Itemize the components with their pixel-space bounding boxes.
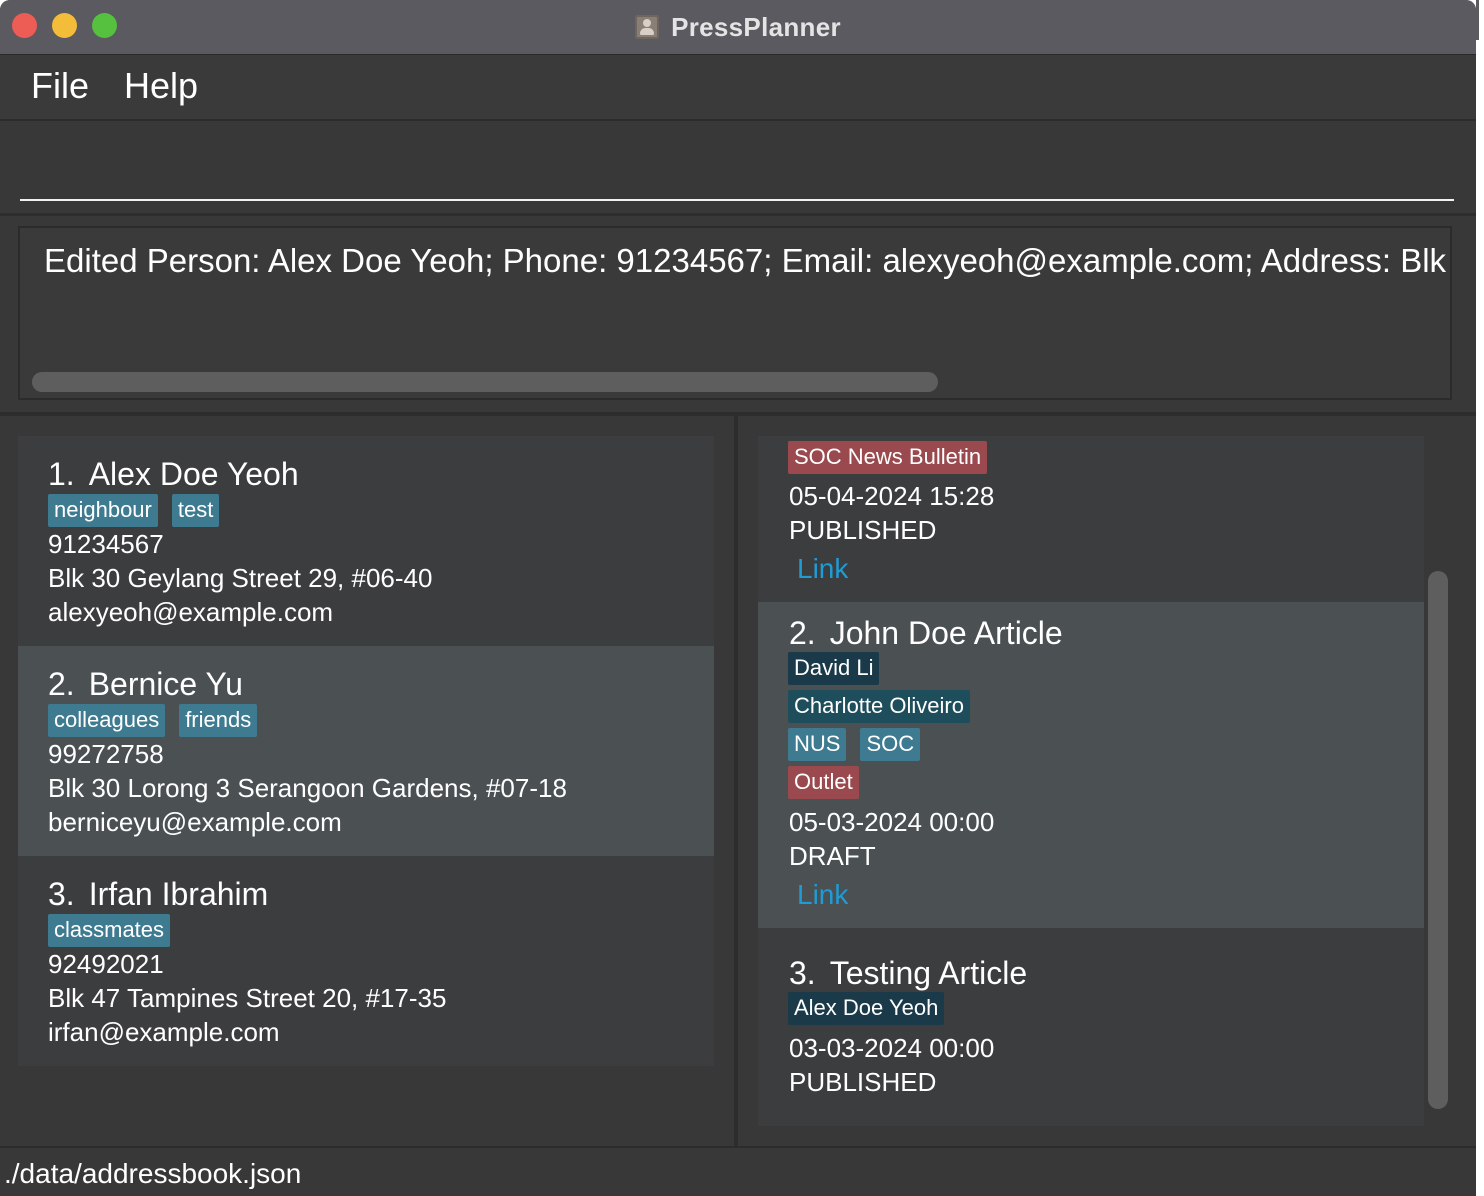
person-phone: 99272758 xyxy=(48,739,164,769)
author-tag: Alex Doe Yeoh xyxy=(788,992,945,1025)
status-bar: ./data/addressbook.json xyxy=(0,1146,1476,1196)
person-card[interactable]: 3. Irfan Ibrahim classmates 92492021 Blk … xyxy=(18,856,714,1066)
person-email: alexyeoh@example.com xyxy=(48,597,334,627)
title-group: PressPlanner xyxy=(0,0,1476,54)
person-tag: neighbour xyxy=(48,494,158,527)
person-card[interactable]: 1. Alex Doe Yeoh neighbour test 91234567 … xyxy=(18,436,714,646)
app-window: PressPlanner File Help Edited Person: Al… xyxy=(0,0,1476,1196)
person-tag: test xyxy=(171,494,220,527)
person-name: 1. Alex Doe Yeoh xyxy=(48,456,299,492)
article-link[interactable]: Link xyxy=(797,879,848,911)
article-tags: NUS SOC xyxy=(788,728,921,761)
person-email: irfan@example.com xyxy=(48,1017,280,1047)
outlet-tag: SOC News Bulletin xyxy=(788,441,988,474)
article-sources: Charlotte Oliveiro xyxy=(788,690,970,723)
person-name: 2. Bernice Yu xyxy=(48,666,243,702)
data-file-path: ./data/addressbook.json xyxy=(4,1158,302,1189)
result-horizontal-scrollbar[interactable] xyxy=(32,372,938,392)
person-address: Blk 47 Tampines Street 20, #17-35 xyxy=(48,983,447,1013)
person-card[interactable]: 2. Bernice Yu colleagues friends 99272758… xyxy=(18,646,714,856)
outlet-tag: Outlet xyxy=(788,766,859,799)
person-tag: friends xyxy=(179,704,258,737)
article-date: 05-04-2024 15:28 xyxy=(789,481,995,511)
person-name: 3. Irfan Ibrahim xyxy=(48,876,269,912)
person-phone: 91234567 xyxy=(48,529,164,559)
contact-book-icon xyxy=(635,15,660,39)
article-tag: NUS xyxy=(788,728,847,761)
article-title: 3. Testing Article xyxy=(789,955,1028,991)
article-tag: SOC xyxy=(860,728,921,761)
person-tags: colleagues friends xyxy=(48,704,258,737)
article-outlets: Outlet xyxy=(788,766,859,799)
person-address: Blk 30 Lorong 3 Serangoon Gardens, #07-1… xyxy=(48,773,567,803)
article-authors: David Li xyxy=(788,652,880,685)
article-list: SOC News Bulletin 05-04-2024 15:28 PUBLI… xyxy=(758,436,1424,1126)
person-tags: classmates xyxy=(48,914,171,947)
article-date: 05-03-2024 00:00 xyxy=(789,807,995,837)
person-email: berniceyu@example.com xyxy=(48,807,342,837)
article-card[interactable]: 2. John Doe Article David Li Charlotte Ol… xyxy=(758,602,1424,928)
person-tags: neighbour test xyxy=(48,494,220,527)
menu-bar: File Help xyxy=(0,55,1476,121)
person-phone: 92492021 xyxy=(48,949,164,979)
author-tag: David Li xyxy=(788,652,880,685)
menu-help[interactable]: Help xyxy=(124,65,198,107)
article-vertical-scrollbar[interactable] xyxy=(1428,571,1448,1109)
article-card[interactable]: SOC News Bulletin 05-04-2024 15:28 PUBLI… xyxy=(758,436,1424,602)
article-link[interactable]: Link xyxy=(797,553,848,585)
person-address: Blk 30 Geylang Street 29, #06-40 xyxy=(48,563,433,593)
person-tag: classmates xyxy=(48,914,171,947)
article-card[interactable]: 3. Testing Article Alex Doe Yeoh 03-03-20… xyxy=(758,928,1424,1126)
article-authors: Alex Doe Yeoh xyxy=(788,992,945,1025)
result-display: Edited Person: Alex Doe Yeoh; Phone: 912… xyxy=(18,226,1452,400)
title-bar: PressPlanner xyxy=(0,0,1476,55)
article-status: DRAFT xyxy=(789,841,876,871)
source-tag: Charlotte Oliveiro xyxy=(788,690,970,723)
article-list-panel: SOC News Bulletin 05-04-2024 15:28 PUBLI… xyxy=(738,416,1476,1146)
person-list-panel: 1. Alex Doe Yeoh neighbour test 91234567 … xyxy=(0,416,734,1146)
result-message: Edited Person: Alex Doe Yeoh; Phone: 912… xyxy=(44,242,1450,279)
command-box xyxy=(0,121,1476,216)
menu-file[interactable]: File xyxy=(31,65,89,107)
article-status: PUBLISHED xyxy=(789,515,937,545)
article-status: PUBLISHED xyxy=(789,1067,937,1097)
article-outlets: SOC News Bulletin xyxy=(788,441,988,474)
command-input[interactable] xyxy=(20,121,1454,201)
desktop-edge xyxy=(1476,0,1484,1196)
article-title: 2. John Doe Article xyxy=(789,615,1063,651)
article-date: 03-03-2024 00:00 xyxy=(789,1033,995,1063)
person-tag: colleagues xyxy=(48,704,166,737)
scrollbar-thumb[interactable] xyxy=(1428,571,1448,1109)
window-title: PressPlanner xyxy=(671,11,841,42)
